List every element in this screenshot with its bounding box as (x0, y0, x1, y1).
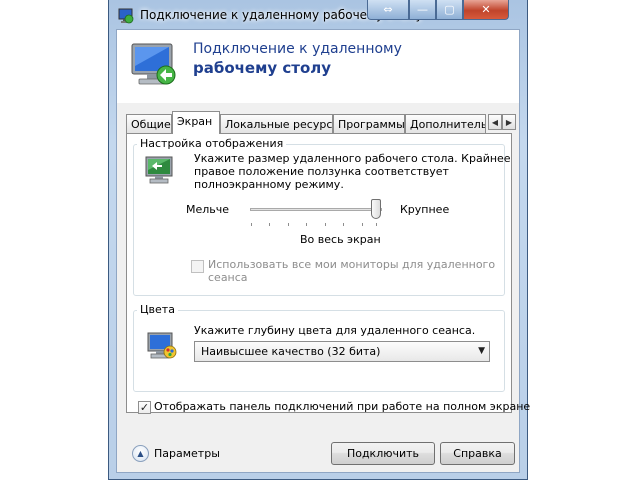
tab-programs[interactable]: Программы (333, 114, 405, 133)
resize-icon[interactable]: ⇔ (367, 0, 409, 20)
remote-desktop-app-icon[interactable] (118, 8, 134, 24)
resolution-slider-track[interactable] (250, 208, 382, 211)
slider-tick (376, 223, 377, 226)
connection-bar-checkbox[interactable]: ✓ (138, 401, 151, 414)
minimize-button[interactable]: — (409, 0, 436, 20)
slider-tick (362, 223, 363, 226)
title-bar[interactable]: Подключение к удаленному рабочему столу … (109, 0, 527, 28)
slider-min-label: Мельче (186, 203, 230, 216)
maximize-button[interactable]: ▢ (436, 0, 463, 20)
all-monitors-checkbox[interactable] (191, 260, 204, 273)
chevron-down-icon[interactable]: ▼ (478, 346, 485, 356)
display-settings-group: Настройка отображения Укажите размер уда… (133, 137, 511, 296)
slider-tick (269, 223, 270, 226)
display-description-line1: Укажите размер удаленного рабочего стола… (194, 152, 511, 165)
close-button[interactable]: ✕ (463, 0, 509, 20)
slider-tick (288, 223, 289, 226)
tab-display[interactable]: Экран (172, 111, 220, 134)
tab-local-resources[interactable]: Локальные ресурсы (220, 114, 333, 133)
options-label[interactable]: Параметры (154, 447, 220, 460)
display-monitor-icon (144, 155, 176, 185)
color-depth-description: Укажите глубину цвета для удаленного сеа… (194, 324, 476, 337)
header-title-line1: Подключение к удаленному (193, 41, 402, 57)
connection-bar-label: Отображать панель подключений при работе… (154, 400, 531, 413)
tab-general[interactable]: Общие (126, 114, 172, 133)
slider-max-label: Крупнее (400, 203, 450, 216)
slider-value-label: Во весь экран (300, 233, 381, 246)
slider-tick (306, 223, 307, 226)
tab-scroll-left-icon[interactable]: ◀ (488, 114, 502, 130)
header-title-line2: рабочему столу (193, 59, 332, 77)
display-settings-title: Настройка отображения (137, 137, 287, 150)
all-monitors-label-line1: Использовать все мои мониторы для удален… (208, 258, 496, 271)
tab-advanced[interactable]: Дополнительно (405, 114, 486, 133)
display-description-line3: полноэкранному режиму. (194, 178, 344, 191)
color-depth-dropdown[interactable]: Наивысшее качество (32 бита) ▼ (194, 341, 490, 362)
tab-scroll-right-icon[interactable]: ▶ (502, 114, 516, 130)
dialog-header: Подключение к удаленному рабочему столу (117, 30, 519, 103)
colors-group: Цвета Укажите глубину цвета для удаленно… (133, 303, 505, 392)
rdp-window: Подключение к удаленному рабочему столу … (108, 0, 530, 480)
color-depth-icon (146, 331, 178, 361)
help-button[interactable]: Справка (440, 442, 515, 465)
all-monitors-label-line2: сеанса (208, 271, 248, 284)
color-depth-selected-value: Наивысшее качество (32 бита) (201, 345, 381, 358)
display-tab-panel: Настройка отображения Укажите размер уда… (126, 133, 530, 414)
display-description-line2: правое положение ползунка соответствует (194, 165, 449, 178)
slider-tick (251, 223, 252, 226)
colors-title: Цвета (137, 303, 178, 316)
slider-tick (325, 223, 326, 226)
remote-desktop-icon (129, 42, 179, 88)
expand-options-icon[interactable]: ▲ (132, 445, 149, 462)
connect-button[interactable]: Подключить (331, 442, 435, 465)
slider-tick (343, 223, 344, 226)
dialog-client-area: Подключение к удаленному рабочему столу … (116, 29, 530, 473)
resolution-slider-thumb[interactable] (371, 199, 381, 219)
